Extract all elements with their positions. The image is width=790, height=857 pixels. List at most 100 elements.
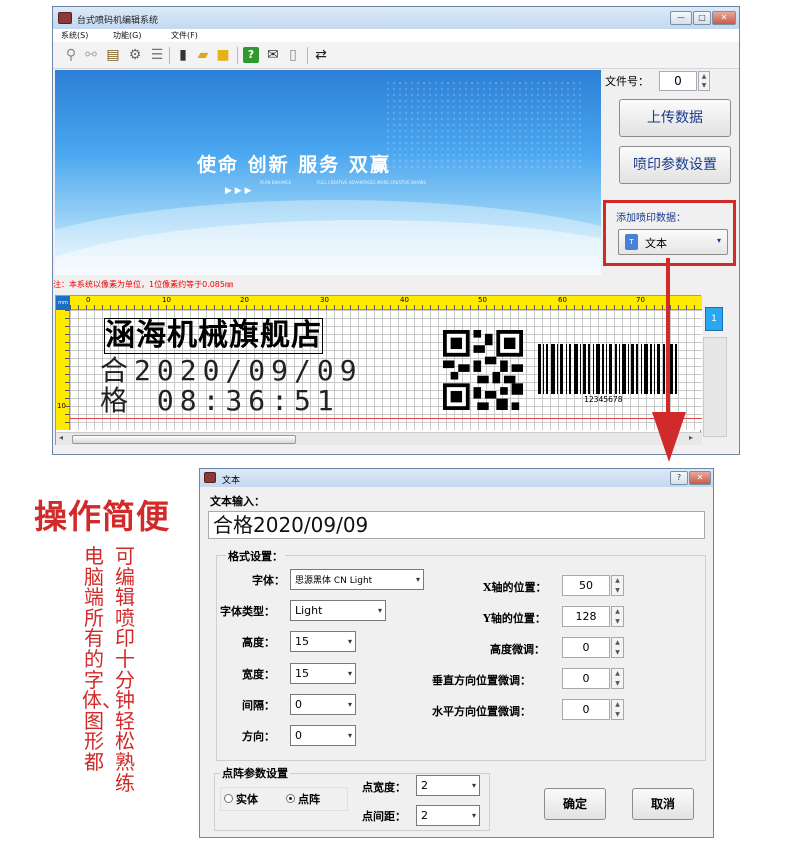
ruler-label: 60 — [558, 296, 567, 304]
canvas-barcode[interactable] — [538, 344, 678, 400]
y-position-input[interactable]: 128 — [562, 606, 610, 627]
upload-data-button[interactable]: 上传数据 — [619, 99, 731, 137]
height-value: 15 — [295, 635, 309, 648]
add-print-data-box: 添加喷印数据： T 文本 ▾ — [603, 200, 736, 266]
help-icon[interactable]: ? — [243, 47, 259, 63]
print-canvas[interactable]: 0 10 20 30 40 50 60 70 mm 10 涵海机械旗舰店 合20… — [55, 295, 702, 445]
horizontal-fine-spinner[interactable]: ▲ ▼ — [611, 699, 624, 720]
vertical-fine-label: 垂直方向位置微调： — [432, 674, 531, 687]
text-input-field[interactable]: 合格2020/09/09 — [208, 511, 705, 539]
vertical-fine-input[interactable]: 0 — [562, 668, 610, 689]
height-fine-spinner[interactable]: ▲ ▼ — [611, 637, 624, 658]
main-window: 台式喷码机编辑系统 — □ ✕ 系统(S) 功能(G) 文件(F) ⚲ ⚯ ▤ … — [52, 6, 740, 455]
dot-spacing-select[interactable]: 2 ▾ — [416, 805, 480, 826]
file-number-input[interactable]: 0 — [659, 71, 697, 91]
dialog-close-button[interactable]: ✕ — [689, 471, 711, 485]
title-bar: 台式喷码机编辑系统 — □ ✕ — [53, 7, 739, 29]
unit-note: 注：本系统以像素为单位，1位像素约等于0.085㎜ — [53, 280, 233, 289]
radio-dot[interactable] — [286, 794, 295, 803]
mail-icon[interactable]: ✉ — [265, 47, 281, 63]
save-icon[interactable]: ■ — [215, 47, 231, 63]
spacing-select[interactable]: 0 ▾ — [290, 694, 356, 715]
dot-width-label: 点宽度： — [362, 781, 406, 794]
chevron-down-icon: ▾ — [415, 575, 420, 584]
database-icon[interactable]: ☰ — [149, 47, 165, 63]
vertical-fine-spinner[interactable]: ▲ ▼ — [611, 668, 624, 689]
promo-column-1: 可编辑喷印十分钟轻松熟练 — [115, 544, 135, 795]
radio-dot-label: 点阵 — [298, 793, 320, 806]
help-button[interactable]: ? — [670, 471, 688, 485]
dot-width-select[interactable]: 2 ▾ — [416, 775, 480, 796]
ok-button[interactable]: 确定 — [544, 788, 606, 820]
chevron-down-icon: ▾ — [347, 669, 352, 678]
minimize-button[interactable]: — — [670, 11, 692, 25]
menu-function[interactable]: 功能(G) — [113, 30, 141, 41]
chevron-down-icon: ▾ — [377, 606, 382, 615]
play-arrows: ▶ ▶ ▶ — [225, 186, 252, 196]
y-position-spinner[interactable]: ▲ ▼ — [611, 606, 624, 627]
file-number-spinner[interactable]: ▲ ▼ — [698, 71, 710, 91]
ruler-label: 50 — [478, 296, 487, 304]
banner-tag: MORE CREATIVE SHOWS — [377, 180, 427, 185]
scrollbar-thumb[interactable] — [72, 435, 296, 444]
horizontal-scrollbar[interactable]: ◂ ▸ — [56, 432, 702, 445]
side-panel — [703, 337, 727, 437]
toolbar-separator — [307, 47, 308, 64]
chevron-down-icon: ▾ — [471, 781, 476, 790]
horizontal-fine-input[interactable]: 0 — [562, 699, 610, 720]
add-print-data-value: 文本 — [645, 237, 667, 250]
font-select[interactable]: 思源黑体 CN Light ▾ — [290, 569, 424, 590]
chevron-down-icon: ▾ — [471, 811, 476, 820]
text-type-icon: T — [625, 234, 638, 250]
app-icon — [204, 472, 216, 483]
link-icon[interactable]: ⚲ — [63, 47, 79, 63]
radio-solid-label: 实体 — [236, 793, 258, 806]
trash-icon[interactable]: ▯ — [285, 47, 301, 63]
sync-icon[interactable]: ⇄ — [313, 47, 329, 63]
banner-tag: PLAN ENHANCE — [260, 180, 292, 185]
gear-icon[interactable]: ⚙ — [127, 47, 143, 63]
usb-drive-icon[interactable]: ▮ — [175, 47, 191, 63]
add-print-data-select[interactable]: T 文本 ▾ — [618, 229, 728, 255]
toolbar-separator — [237, 47, 238, 64]
settings-doc-icon[interactable]: ▤ — [105, 47, 121, 63]
height-fine-input[interactable]: 0 — [562, 637, 610, 658]
height-fine-label: 高度微调： — [490, 643, 545, 656]
x-position-spinner[interactable]: ▲ ▼ — [611, 575, 624, 596]
chevron-down-icon: ▾ — [347, 731, 352, 740]
radio-solid[interactable] — [224, 794, 233, 803]
width-select[interactable]: 15 ▾ — [290, 663, 356, 684]
page-button[interactable]: 1 — [705, 307, 723, 331]
font-type-select[interactable]: Light ▾ — [290, 600, 386, 621]
cancel-button[interactable]: 取消 — [632, 788, 694, 820]
unlink-icon[interactable]: ⚯ — [83, 47, 99, 63]
dialog-title: 文本 — [222, 476, 241, 486]
menu-system[interactable]: 系统(S) — [61, 30, 88, 41]
canvas-text-time[interactable]: 格 08:36:51 — [100, 386, 340, 416]
dot-spacing-label: 点间距： — [362, 810, 406, 823]
format-group-label: 格式设置： — [226, 548, 285, 564]
maximize-button[interactable]: □ — [693, 11, 711, 25]
open-folder-icon[interactable]: ▰ — [195, 47, 211, 63]
ruler-label: 30 — [320, 296, 329, 304]
canvas-text-date[interactable]: 合2020/09/09 — [100, 356, 363, 386]
chevron-down-icon: ▾ — [347, 700, 352, 709]
x-position-input[interactable]: 50 — [562, 575, 610, 596]
x-position-label: X轴的位置： — [483, 581, 547, 594]
ruler-label: 10 — [162, 296, 171, 304]
dot-width-value: 2 — [421, 779, 428, 792]
app-icon — [58, 12, 72, 24]
height-select[interactable]: 15 ▾ — [290, 631, 356, 652]
ruler-label: 40 — [400, 296, 409, 304]
canvas-qr-code[interactable] — [443, 330, 523, 410]
menu-file[interactable]: 文件(F) — [171, 30, 198, 41]
print-settings-button[interactable]: 喷印参数设置 — [619, 146, 731, 184]
height-label: 高度： — [242, 636, 275, 649]
scroll-right-icon[interactable]: ▸ — [689, 433, 693, 442]
direction-select[interactable]: 0 ▾ — [290, 725, 356, 746]
close-button[interactable]: ✕ — [712, 11, 736, 25]
ruler-top: 0 10 20 30 40 50 60 70 — [70, 296, 702, 310]
canvas-text-shop-name[interactable]: 涵海机械旗舰店 — [104, 318, 323, 354]
scroll-left-icon[interactable]: ◂ — [59, 433, 63, 442]
arrow-down-icon — [652, 412, 686, 462]
